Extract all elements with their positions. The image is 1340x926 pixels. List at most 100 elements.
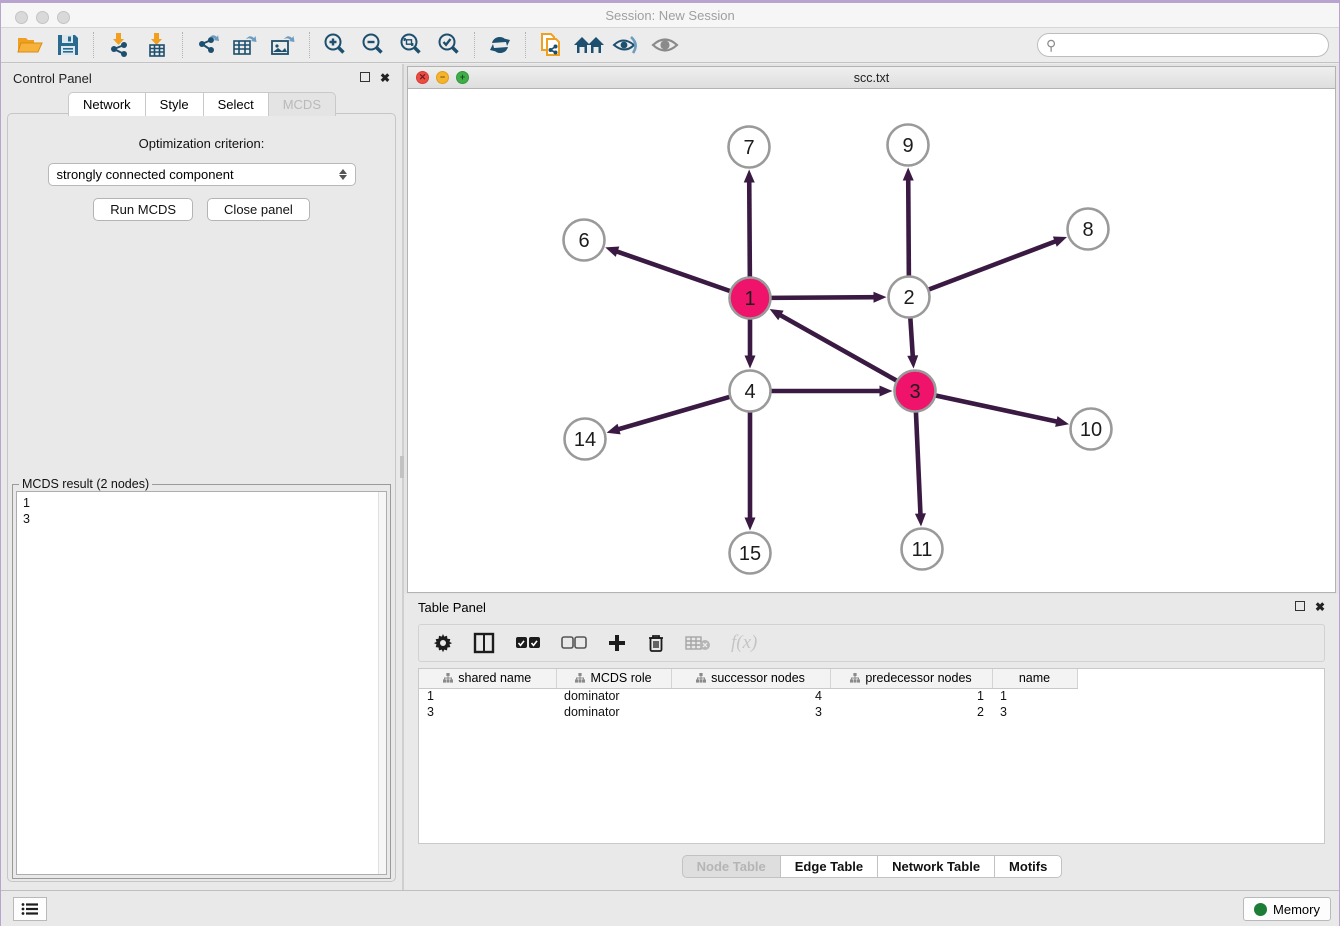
edge-1-4[interactable] — [745, 319, 756, 369]
edge-4-3[interactable] — [771, 386, 893, 397]
graph-node-2[interactable]: 2 — [889, 277, 930, 318]
column-header-predecessor-nodes[interactable]: predecessor nodes — [830, 669, 992, 688]
close-panel-icon[interactable]: ✖ — [380, 71, 390, 85]
checked-boxes-icon — [515, 636, 541, 650]
table-cell[interactable]: 1 — [419, 688, 556, 704]
edge-1-7[interactable] — [744, 169, 755, 277]
show-columns-button[interactable] — [473, 632, 495, 654]
table-cell[interactable]: dominator — [556, 704, 671, 720]
show-all-button[interactable] — [646, 30, 684, 60]
column-header-name[interactable]: name — [992, 669, 1077, 688]
edge-1-2[interactable] — [770, 292, 886, 303]
column-header-successor-nodes[interactable]: successor nodes — [671, 669, 830, 688]
network-graph[interactable]: 7 9 6 8 1 2 4 3 14 10 15 11 — [408, 89, 1336, 592]
edge-1-6[interactable] — [605, 247, 730, 292]
export-image-button[interactable] — [265, 30, 303, 60]
open-session-button[interactable] — [11, 30, 49, 60]
network-view-window: ✕ − + scc.txt 7 9 6 8 1 2 4 3 14 10 15 11 — [407, 66, 1336, 593]
save-session-button[interactable] — [49, 30, 87, 60]
table-cell[interactable]: 4 — [671, 688, 830, 704]
control-tab-select[interactable]: Select — [203, 92, 269, 116]
control-tab-style[interactable]: Style — [145, 92, 204, 116]
close-panel-button[interactable]: Close panel — [207, 198, 310, 221]
window-controls[interactable] — [15, 11, 70, 24]
zoom-fit-button[interactable] — [392, 30, 430, 60]
memory-button[interactable]: Memory — [1243, 897, 1331, 921]
graph-node-7[interactable]: 7 — [729, 127, 770, 168]
column-header-MCDS-role[interactable]: MCDS role — [556, 669, 671, 688]
deselect-all-button[interactable] — [561, 636, 587, 650]
zoom-out-button[interactable] — [354, 30, 392, 60]
table-cell[interactable]: 2 — [830, 704, 992, 720]
table-cell[interactable]: 3 — [419, 704, 556, 720]
toolbar-separator — [474, 32, 475, 58]
graph-node-4[interactable]: 4 — [730, 371, 771, 412]
graph-node-6[interactable]: 6 — [564, 220, 605, 261]
criterion-select[interactable]: strongly connected component — [48, 163, 356, 186]
edge-3-10[interactable] — [935, 395, 1069, 427]
table-settings-button[interactable] — [433, 633, 453, 653]
node-table[interactable]: shared nameMCDS rolesuccessor nodesprede… — [418, 668, 1325, 844]
refresh-button[interactable] — [481, 30, 519, 60]
tab-edge-table[interactable]: Edge Table — [780, 855, 878, 878]
minimize-window-button[interactable] — [36, 11, 49, 24]
run-mcds-button[interactable]: Run MCDS — [93, 198, 193, 221]
maximize-window-button[interactable] — [57, 11, 70, 24]
graph-node-8[interactable]: 8 — [1068, 209, 1109, 250]
main-area: Control Panel ✖ NetworkStyleSelectMCDS O… — [1, 64, 1339, 890]
graph-node-15[interactable]: 15 — [730, 533, 771, 574]
svg-text:3: 3 — [909, 381, 920, 403]
mcds-result-text[interactable]: 1 3 — [16, 491, 387, 875]
import-table-button[interactable] — [138, 30, 176, 60]
float-panel-icon[interactable] — [360, 71, 370, 85]
network-canvas[interactable]: 7 9 6 8 1 2 4 3 14 10 15 11 — [408, 89, 1335, 592]
search-input[interactable] — [1060, 38, 1320, 52]
table-cell[interactable]: dominator — [556, 688, 671, 704]
column-header-shared-name[interactable]: shared name — [419, 669, 556, 688]
zoom-in-button[interactable] — [316, 30, 354, 60]
edge-2-8[interactable] — [928, 236, 1067, 289]
edge-2-3[interactable] — [907, 317, 918, 368]
float-table-panel-icon[interactable] — [1295, 600, 1305, 614]
export-table-button[interactable] — [227, 30, 265, 60]
graph-node-3[interactable]: 3 — [895, 371, 936, 412]
graph-node-1[interactable]: 1 — [730, 278, 771, 319]
graph-node-9[interactable]: 9 — [888, 125, 929, 166]
clone-network-button[interactable] — [532, 30, 570, 60]
close-table-panel-icon[interactable]: ✖ — [1315, 600, 1325, 614]
search-box[interactable]: ⚲ — [1037, 33, 1329, 57]
table-cell[interactable]: 3 — [671, 704, 830, 720]
edge-4-15[interactable] — [745, 412, 756, 531]
table-row[interactable]: 3dominator323 — [419, 704, 1077, 720]
delete-column-button[interactable] — [647, 633, 665, 653]
hide-selected-button[interactable] — [608, 30, 646, 60]
eye-icon — [651, 35, 679, 55]
control-tab-mcds[interactable]: MCDS — [268, 92, 336, 116]
control-panel: Control Panel ✖ NetworkStyleSelectMCDS O… — [1, 64, 404, 890]
edge-2-9[interactable] — [903, 167, 914, 276]
edge-4-14[interactable] — [607, 397, 731, 435]
select-all-button[interactable] — [515, 636, 541, 650]
close-window-button[interactable] — [15, 11, 28, 24]
first-neighbors-button[interactable] — [570, 30, 608, 60]
table-cell[interactable]: 3 — [992, 704, 1077, 720]
control-tab-network[interactable]: Network — [68, 92, 146, 116]
import-network-button[interactable] — [100, 30, 138, 60]
tab-node-table[interactable]: Node Table — [682, 855, 781, 878]
export-network-button[interactable] — [189, 30, 227, 60]
tab-network-table[interactable]: Network Table — [877, 855, 995, 878]
zoom-selected-button[interactable] — [430, 30, 468, 60]
add-column-button[interactable] — [607, 633, 627, 653]
table-cell[interactable]: 1 — [992, 688, 1077, 704]
edge-3-1[interactable] — [770, 309, 898, 381]
tab-motifs[interactable]: Motifs — [994, 855, 1062, 878]
edge-3-11[interactable] — [915, 411, 926, 526]
network-window-titlebar[interactable]: ✕ − + scc.txt — [408, 67, 1335, 89]
graph-node-10[interactable]: 10 — [1071, 409, 1112, 450]
result-scrollbar[interactable] — [378, 492, 386, 874]
table-row[interactable]: 1dominator411 — [419, 688, 1077, 704]
graph-node-11[interactable]: 11 — [902, 529, 943, 570]
table-cell[interactable]: 1 — [830, 688, 992, 704]
graph-node-14[interactable]: 14 — [565, 419, 606, 460]
task-history-button[interactable] — [13, 897, 47, 921]
